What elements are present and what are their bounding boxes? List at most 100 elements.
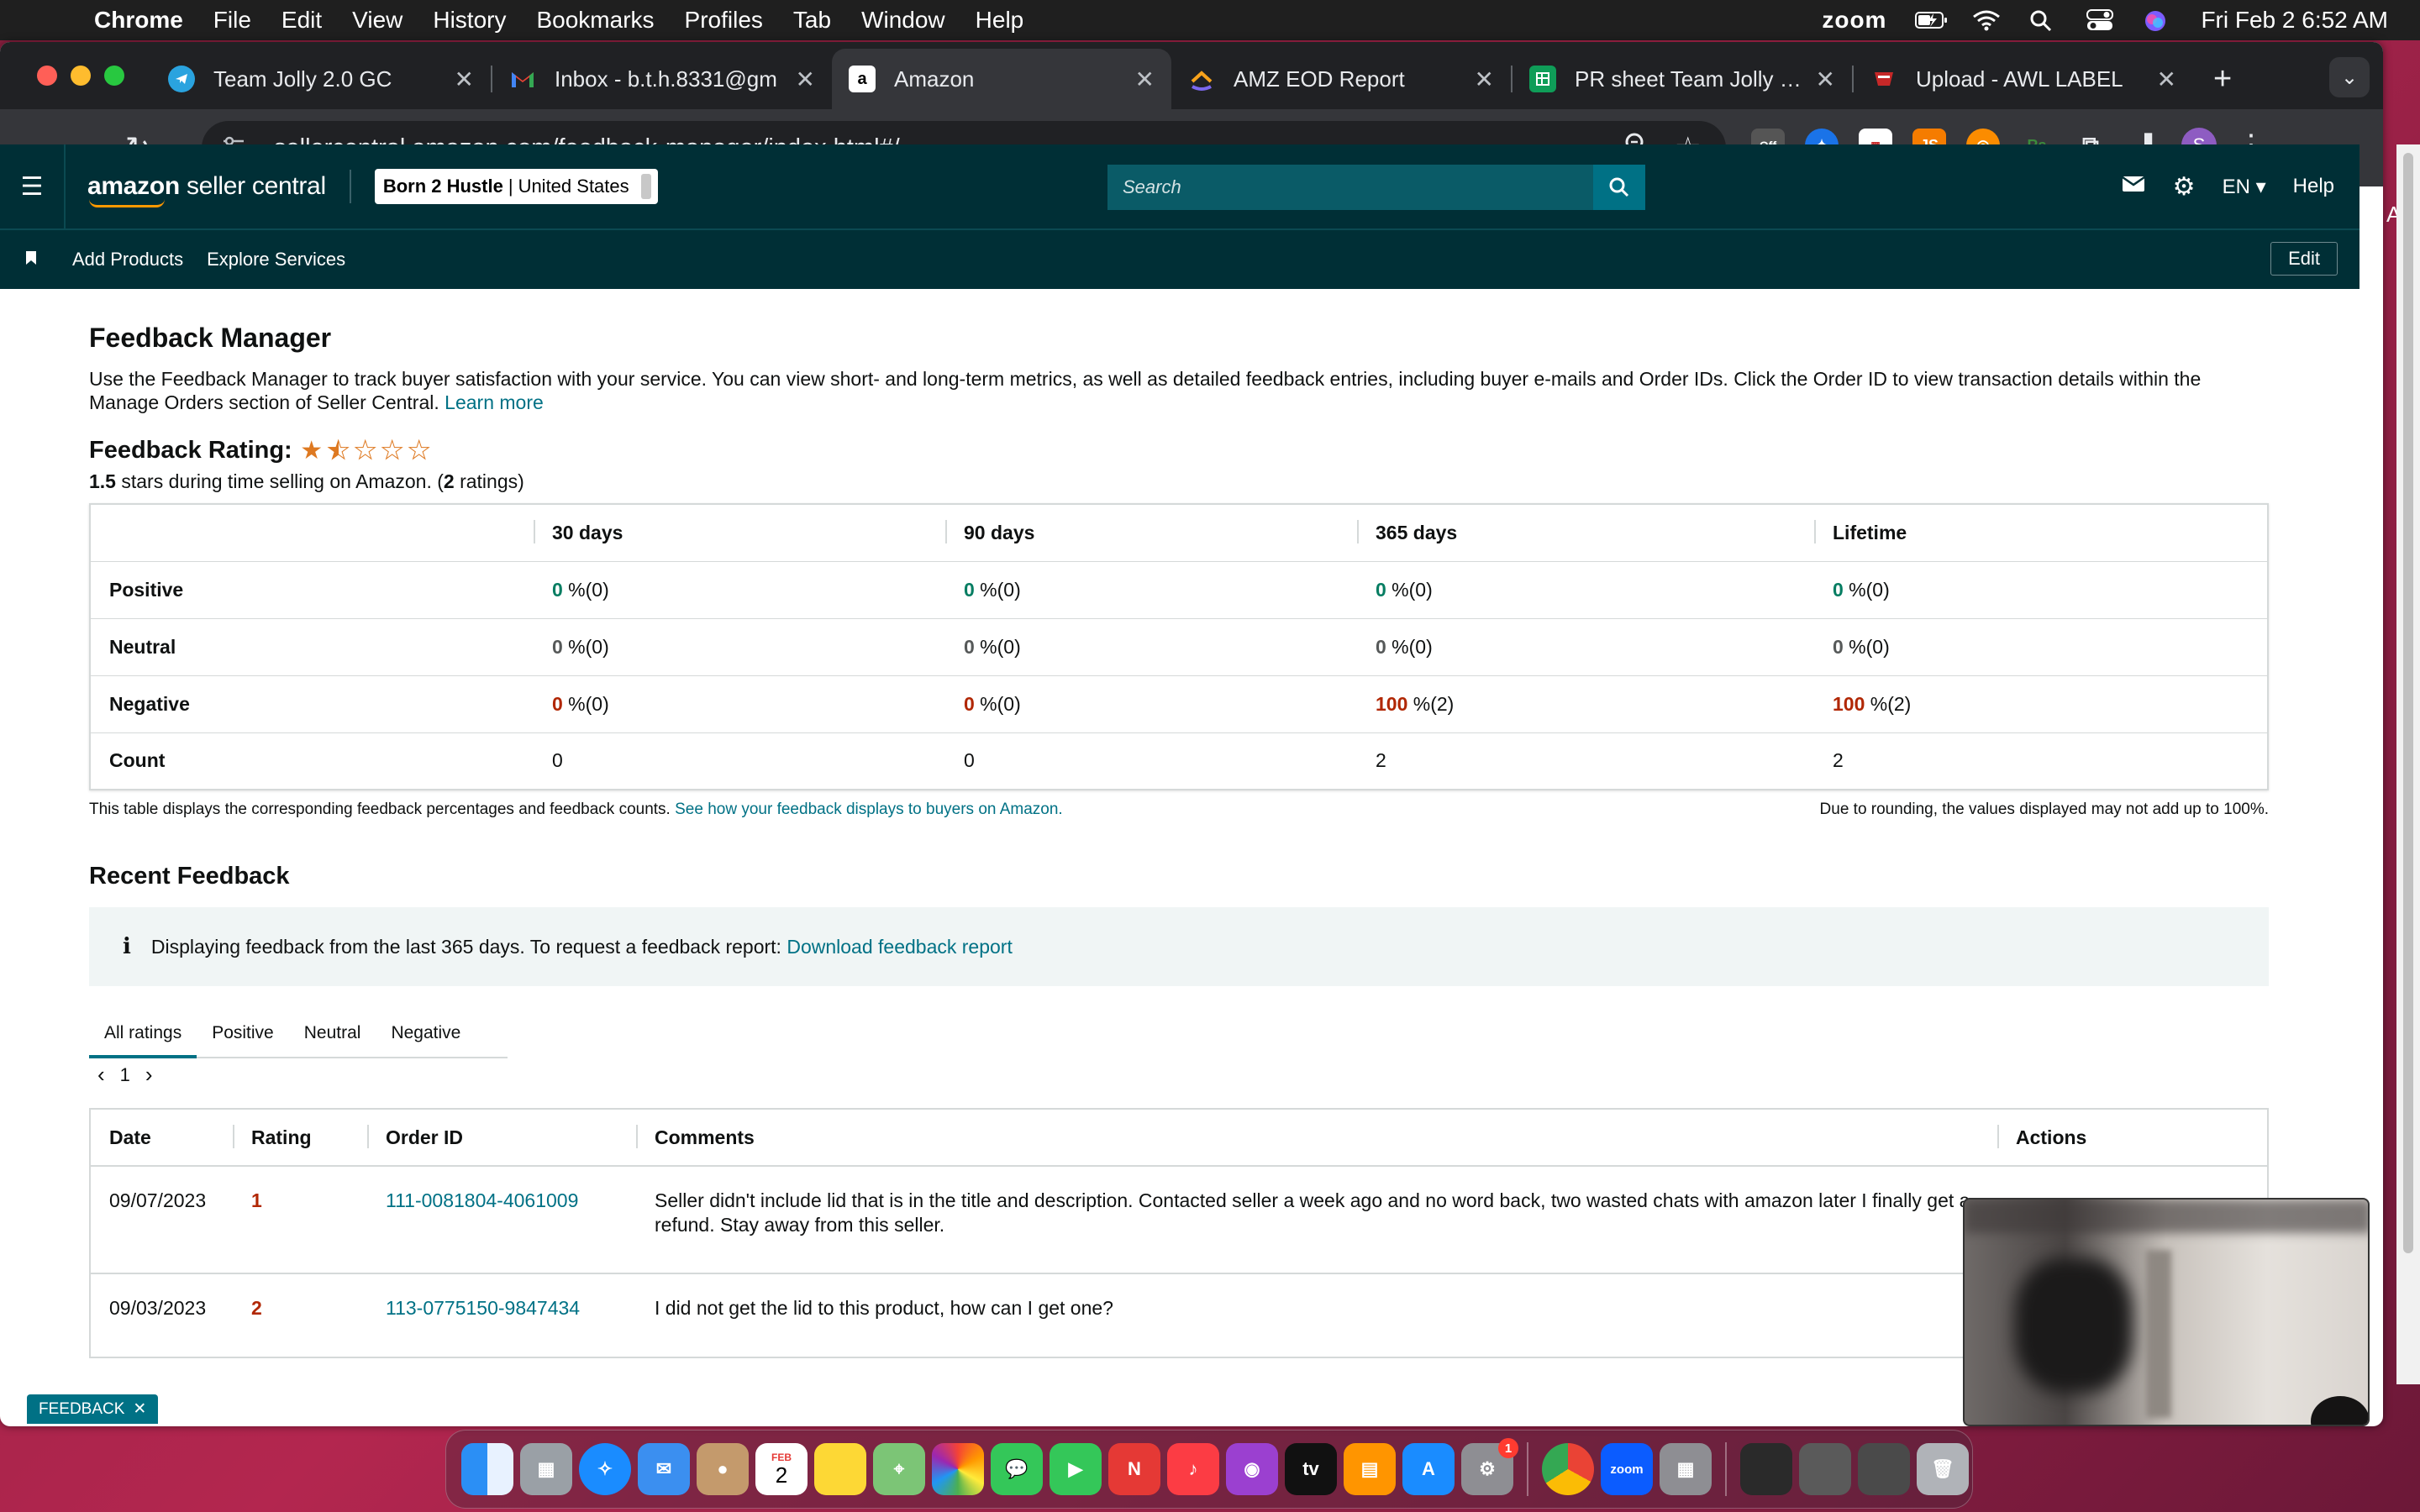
order-id-link[interactable]: 113-0775150-9847434 xyxy=(367,1273,636,1358)
close-tab-icon[interactable]: ✕ xyxy=(1135,66,1155,93)
close-tab-icon[interactable]: ✕ xyxy=(2157,66,2176,93)
menu-window[interactable]: Window xyxy=(861,7,945,34)
menu-history[interactable]: History xyxy=(433,7,506,34)
chrome-icon[interactable] xyxy=(1542,1443,1594,1495)
menubar-app-name[interactable]: Chrome xyxy=(94,7,183,34)
next-page-chevron-icon[interactable]: › xyxy=(145,1062,153,1088)
tab-neutral[interactable]: Neutral xyxy=(289,1010,376,1058)
browser-tab-amazon[interactable]: a Amazon ✕ xyxy=(832,49,1171,109)
finder-icon[interactable] xyxy=(461,1443,513,1495)
tab-search-chevron-icon[interactable]: ⌄ xyxy=(2329,57,2370,97)
page-scrollbar[interactable] xyxy=(2396,144,2420,1384)
news-icon[interactable]: N xyxy=(1108,1443,1160,1495)
feedback-comment: Seller didn't include lid that is in the… xyxy=(636,1166,1997,1274)
search-input[interactable]: Search xyxy=(1107,165,1593,210)
video-blur-region xyxy=(2146,1250,2171,1418)
scrollbar-thumb[interactable] xyxy=(2403,153,2413,1253)
menu-bookmarks[interactable]: Bookmarks xyxy=(536,7,654,34)
browser-tab-amz-eod[interactable]: AMZ EOD Report ✕ xyxy=(1171,49,1511,109)
messages-icon[interactable]: 💬 xyxy=(991,1443,1043,1495)
safari-icon[interactable]: ✧ xyxy=(579,1443,631,1495)
seller-central-logo[interactable]: amazon seller central xyxy=(87,172,326,207)
calculator-icon[interactable]: ▦ xyxy=(1660,1443,1712,1495)
wifi-icon[interactable] xyxy=(1972,9,2001,31)
maps-icon[interactable]: ⌖ xyxy=(873,1443,925,1495)
menu-edit[interactable]: Edit xyxy=(281,7,322,34)
tab-all-ratings[interactable]: All ratings xyxy=(89,1010,197,1058)
zoom-video-overlay[interactable] xyxy=(1963,1198,2370,1426)
menu-profiles[interactable]: Profiles xyxy=(685,7,763,34)
row-label: Negative xyxy=(90,675,534,733)
settings-gear-icon[interactable]: ⚙ xyxy=(2173,172,2196,202)
siri-icon[interactable] xyxy=(2144,9,2172,31)
notes-icon[interactable] xyxy=(814,1443,866,1495)
menu-tab[interactable]: Tab xyxy=(793,7,831,34)
current-page[interactable]: 1 xyxy=(120,1064,130,1086)
close-window-button[interactable] xyxy=(37,66,57,86)
order-id-link[interactable]: 111-0081804-4061009 xyxy=(367,1166,636,1274)
close-tab-icon[interactable]: ✕ xyxy=(1816,66,1835,93)
menubar-clock[interactable]: Fri Feb 2 6:52 AM xyxy=(2201,7,2388,34)
contacts-icon[interactable]: ● xyxy=(697,1443,749,1495)
browser-tab-pr-sheet[interactable]: PR sheet Team Jolly - S ✕ xyxy=(1512,49,1852,109)
tab-negative[interactable]: Negative xyxy=(376,1010,476,1058)
table-header-row: Date Rating Order ID Comments Actions xyxy=(90,1109,2268,1167)
music-icon[interactable]: ♪ xyxy=(1167,1443,1219,1495)
shortcut-add-products[interactable]: Add Products xyxy=(72,249,183,270)
edit-shortcuts-button[interactable]: Edit xyxy=(2270,242,2338,276)
prev-page-chevron-icon[interactable]: ‹ xyxy=(97,1062,105,1088)
app-store-icon[interactable]: A xyxy=(1402,1443,1455,1495)
calendar-icon[interactable]: FEB 2 xyxy=(755,1443,808,1495)
tab-positive[interactable]: Positive xyxy=(197,1010,289,1058)
spotlight-search-icon[interactable] xyxy=(2029,9,2058,32)
books-icon[interactable]: ▤ xyxy=(1344,1443,1396,1495)
cell-count: %(0) xyxy=(974,635,1021,658)
trash-icon[interactable]: 🗑 xyxy=(1917,1443,1969,1495)
photos-icon[interactable] xyxy=(932,1443,984,1495)
zoom-menubar-icon[interactable]: zoom xyxy=(1822,7,1886,34)
star-empty-icon: ★ xyxy=(381,437,404,465)
close-tab-icon[interactable]: ✕ xyxy=(455,66,474,93)
table-row-positive: Positive 0 %(0) 0 %(0) 0 %(0) 0 %(0) xyxy=(90,561,2268,619)
browser-tab-upload-awl[interactable]: Upload - AWL LABEL ✕ xyxy=(1854,49,2193,109)
help-link[interactable]: Help xyxy=(2293,175,2334,198)
cell-count: %(2) xyxy=(1407,692,1455,715)
menu-help[interactable]: Help xyxy=(976,7,1024,34)
close-tab-icon[interactable]: ✕ xyxy=(796,66,815,93)
shortcut-explore-services[interactable]: Explore Services xyxy=(207,249,345,270)
bookmark-icon[interactable] xyxy=(25,249,37,270)
facetime-icon[interactable]: ▶ xyxy=(1050,1443,1102,1495)
system-settings-icon[interactable]: ⚙ 1 xyxy=(1461,1438,1518,1495)
mail-icon[interactable]: ✉ xyxy=(638,1443,690,1495)
info-alert: i Displaying feedback from the last 365 … xyxy=(89,907,2269,986)
browser-tab-team-jolly[interactable]: Team Jolly 2.0 GC ✕ xyxy=(151,49,491,109)
launchpad-icon[interactable]: ▦ xyxy=(520,1443,572,1495)
recent-window-icon[interactable] xyxy=(1799,1443,1851,1495)
control-center-icon[interactable] xyxy=(2086,9,2115,31)
recent-window-icon[interactable] xyxy=(1740,1443,1792,1495)
download-feedback-report-link[interactable]: Download feedback report xyxy=(786,936,1013,958)
close-tab-icon[interactable]: ✕ xyxy=(1475,66,1494,93)
hamburger-menu-icon[interactable]: ☰ xyxy=(0,144,66,228)
minimize-window-button[interactable] xyxy=(71,66,91,86)
learn-more-link[interactable]: Learn more xyxy=(445,391,544,413)
browser-tab-inbox[interactable]: Inbox - b.t.h.8331@gm ✕ xyxy=(492,49,832,109)
zoom-icon[interactable]: zoom xyxy=(1601,1443,1653,1495)
cell-count: %(0) xyxy=(1386,578,1433,601)
apple-tv-icon[interactable]: tv xyxy=(1285,1443,1337,1495)
battery-icon[interactable] xyxy=(1915,9,1948,31)
new-tab-button[interactable]: + xyxy=(2213,61,2232,97)
see-feedback-display-link[interactable]: See how your feedback displays to buyers… xyxy=(675,801,1063,818)
menu-view[interactable]: View xyxy=(352,7,402,34)
store-switcher[interactable]: Born 2 Hustle | United States xyxy=(374,169,658,204)
downloads-folder-icon[interactable] xyxy=(1858,1443,1910,1495)
menu-file[interactable]: File xyxy=(213,7,251,34)
feedback-close-icon[interactable]: ✕ xyxy=(133,1399,146,1419)
messages-envelope-icon[interactable] xyxy=(2121,172,2146,201)
fullscreen-window-button[interactable] xyxy=(104,66,124,86)
header-search: Search xyxy=(1107,165,1645,210)
feedback-tab-button[interactable]: FEEDBACK ✕ xyxy=(27,1394,159,1424)
podcasts-icon[interactable]: ◉ xyxy=(1226,1443,1278,1495)
search-button[interactable] xyxy=(1593,165,1645,210)
language-selector[interactable]: EN ▾ xyxy=(2223,175,2266,199)
